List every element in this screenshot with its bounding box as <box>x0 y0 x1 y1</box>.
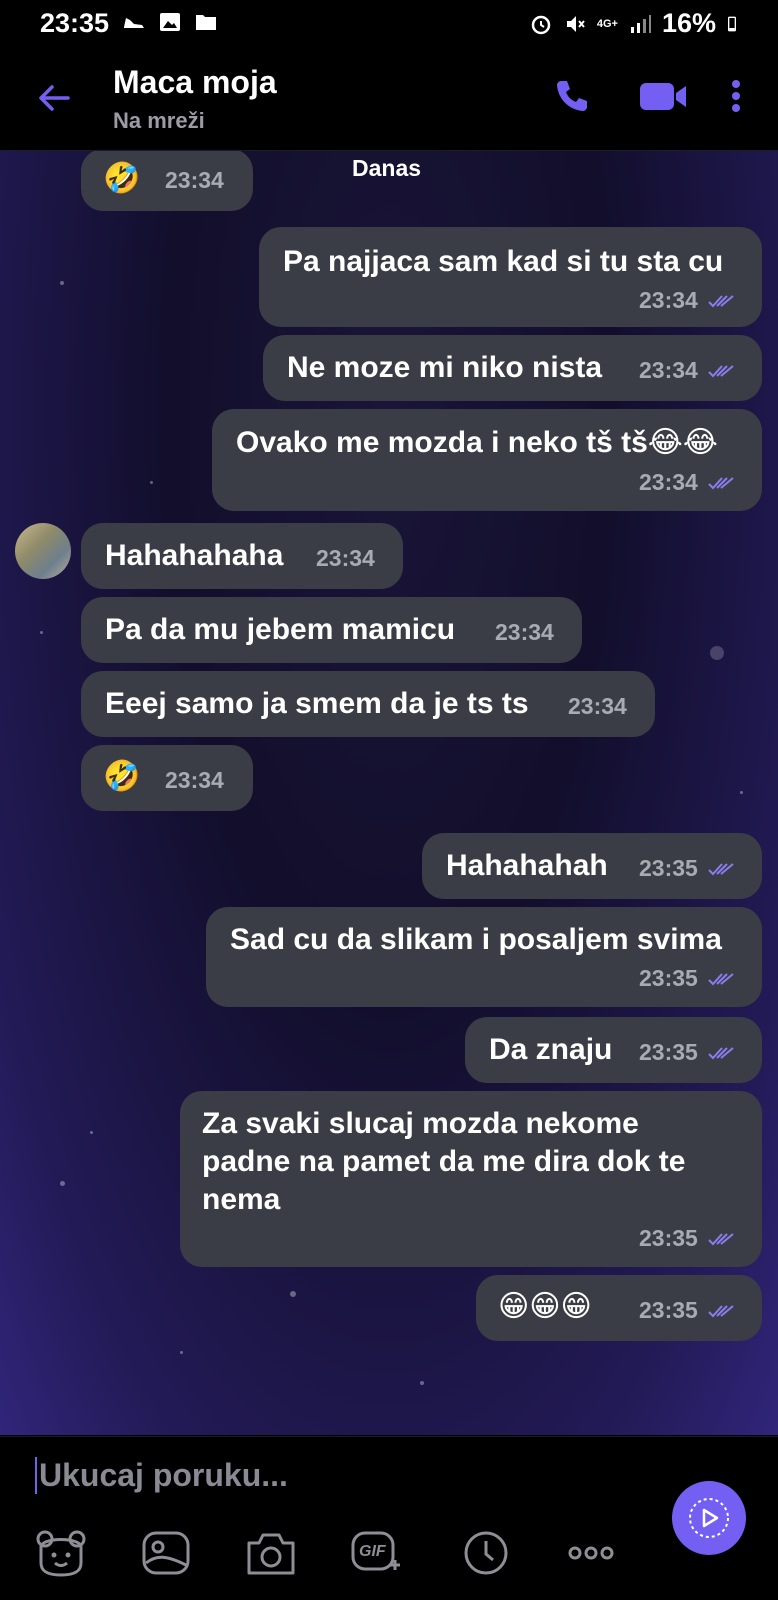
message-text: Eeej samo ja smem da je ts ts <box>105 687 529 720</box>
double-check-icon <box>708 477 734 490</box>
contact-status: Na mreži <box>113 108 205 133</box>
message-time: 23:34 <box>316 545 375 571</box>
message-incoming[interactable]: 🤣 23:34 <box>81 745 253 811</box>
status-bar: 23:35 4G+ 16% <box>0 0 778 48</box>
star-decoration <box>180 1351 183 1354</box>
message-text: Ne moze mi niko nista <box>287 351 603 384</box>
message-outgoing[interactable]: Za svaki slucaj mozda nekome padne na pa… <box>180 1091 762 1267</box>
gif-icon[interactable]: GIF <box>350 1529 402 1577</box>
message-time: 23:34 <box>639 287 698 313</box>
star-decoration <box>710 646 724 660</box>
message-text: Ovako me mozda i neko tš tš😂😂 <box>236 426 718 459</box>
chat-header: Maca moja Na mreži <box>0 48 778 151</box>
message-text: Da znaju <box>489 1033 613 1066</box>
message-incoming[interactable]: Eeej samo ja smem da je ts ts 23:34 <box>81 671 655 737</box>
back-arrow-icon[interactable] <box>34 78 74 118</box>
star-decoration <box>420 1381 424 1385</box>
status-time: 23:35 <box>40 8 110 38</box>
message-time: 23:35 <box>639 965 698 991</box>
phone-icon[interactable] <box>552 76 592 116</box>
message-outgoing[interactable]: Hahahahah 23:35 <box>422 833 762 899</box>
sticker-icon[interactable] <box>35 1529 87 1577</box>
message-text: 🤣 <box>103 162 141 195</box>
double-check-icon <box>708 365 734 378</box>
shoe-icon <box>124 18 144 28</box>
message-outgoing[interactable]: Pa najjaca sam kad si tu sta cu 23:34 <box>259 227 762 327</box>
star-decoration <box>40 631 43 634</box>
message-text: Hahahahaha <box>105 539 284 572</box>
message-outgoing[interactable]: Ne moze mi niko nista 23:34 <box>263 335 762 401</box>
message-time: 23:35 <box>639 855 698 881</box>
message-incoming[interactable]: Hahahahaha 23:34 <box>81 523 403 589</box>
message-input[interactable]: Ukucaj poruku... <box>35 1457 288 1494</box>
battery-percent: 16% <box>661 8 716 38</box>
star-decoration <box>150 481 153 484</box>
message-line: nema <box>202 1183 281 1216</box>
message-text: Pa da mu jebem mamicu <box>105 613 456 646</box>
message-line: Za svaki slucaj mozda nekome <box>202 1107 639 1140</box>
battery-icon <box>728 16 736 31</box>
message-time: 23:34 <box>568 693 627 719</box>
message-line: padne na pamet da me dira dok te <box>202 1145 686 1178</box>
contact-avatar[interactable] <box>15 523 71 579</box>
signal-icon <box>630 14 651 33</box>
double-check-icon <box>708 1047 734 1060</box>
mute-icon <box>566 15 585 32</box>
gif-label: GIF <box>359 1543 386 1560</box>
folder-icon <box>196 15 216 30</box>
star-decoration <box>60 1181 65 1186</box>
message-incoming[interactable]: 🤣 23:34 <box>81 151 253 211</box>
message-time: 23:35 <box>639 1225 698 1251</box>
message-outgoing[interactable]: Da znaju 23:35 <box>465 1017 762 1083</box>
chat-area[interactable]: Danas 🤣 23:34 Pa najjaca sam kad si tu s… <box>0 151 778 1435</box>
more-vertical-icon[interactable] <box>728 76 744 116</box>
message-time: 23:34 <box>495 619 554 645</box>
message-text: Sad cu da slikam i posaljem svima <box>230 923 722 956</box>
message-time: 23:34 <box>639 357 698 383</box>
message-text: Za svaki slucaj mozda nekome padne na pa… <box>202 1105 685 1219</box>
double-check-icon <box>708 295 734 308</box>
message-text: 🤣 <box>103 760 141 793</box>
double-check-icon <box>708 1233 734 1246</box>
message-time: 23:34 <box>639 469 698 495</box>
network-label: 4G+ <box>596 17 618 30</box>
message-outgoing[interactable]: Sad cu da slikam i posaljem svima 23:35 <box>206 907 762 1007</box>
message-text: Pa najjaca sam kad si tu sta cu <box>283 245 724 278</box>
clock-icon[interactable] <box>460 1529 512 1577</box>
message-text: Hahahahah <box>446 849 608 882</box>
more-icon[interactable] <box>565 1529 617 1577</box>
message-text: 😁😁😁 <box>498 1290 592 1323</box>
date-separator: Danas <box>352 155 422 181</box>
message-time: 23:35 <box>639 1297 698 1323</box>
play-circle-icon <box>689 1498 729 1538</box>
image-icon <box>160 13 180 31</box>
compose-bar: Ukucaj poruku... GIF <box>0 1436 778 1600</box>
contact-name[interactable]: Maca moja <box>113 64 277 101</box>
alarm-icon <box>531 15 551 34</box>
gallery-icon[interactable] <box>140 1529 192 1577</box>
message-time: 23:35 <box>639 1039 698 1065</box>
message-time: 23:34 <box>165 167 224 193</box>
star-decoration <box>60 281 64 285</box>
star-decoration <box>290 1291 296 1297</box>
video-call-icon[interactable] <box>638 76 688 116</box>
voice-video-message-button[interactable] <box>672 1481 746 1555</box>
message-outgoing[interactable]: 😁😁😁 23:35 <box>476 1275 762 1341</box>
message-incoming[interactable]: Pa da mu jebem mamicu 23:34 <box>81 597 582 663</box>
message-outgoing[interactable]: Ovako me mozda i neko tš tš😂😂 23:34 <box>212 409 762 511</box>
double-check-icon <box>708 973 734 986</box>
double-check-icon <box>708 863 734 876</box>
star-decoration <box>90 1131 93 1134</box>
double-check-icon <box>708 1305 734 1318</box>
message-time: 23:34 <box>165 767 224 793</box>
star-decoration <box>740 791 743 794</box>
camera-icon[interactable] <box>245 1529 297 1577</box>
